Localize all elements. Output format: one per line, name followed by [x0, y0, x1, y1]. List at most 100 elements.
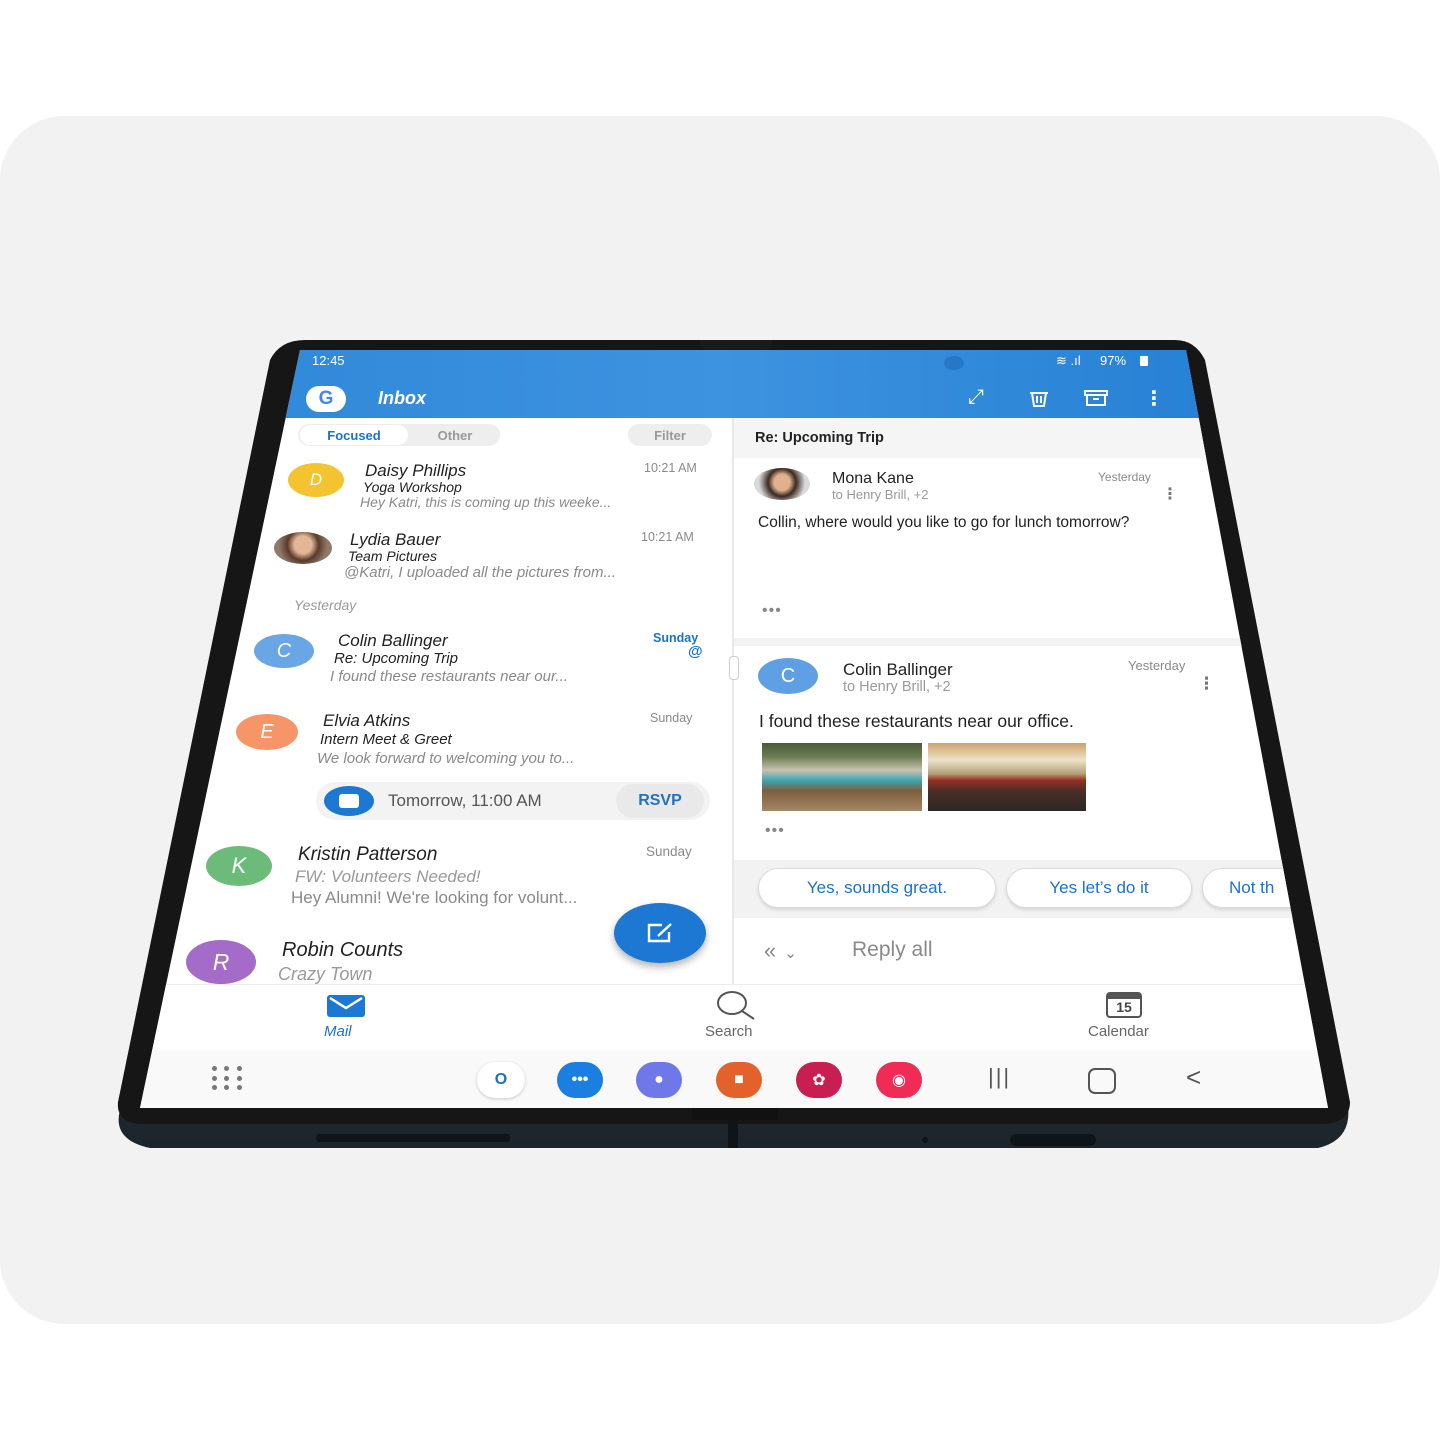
hinge-notch	[700, 340, 772, 350]
filter-button[interactable]: Filter	[628, 424, 712, 446]
tab-label: Search	[705, 1023, 753, 1040]
show-more-icon[interactable]: •••	[762, 602, 782, 620]
account-button[interactable]: G	[306, 386, 346, 412]
back-button[interactable]: <	[1186, 1062, 1201, 1093]
message-list-item[interactable]: K Kristin Patterson FW: Volunteers Neede…	[204, 840, 716, 912]
archive-button[interactable]	[1084, 390, 1108, 411]
compose-icon	[647, 923, 672, 943]
avatar: R	[186, 940, 256, 984]
message-body: Collin, where would you like to go for l…	[758, 514, 1130, 531]
avatar: D	[288, 463, 344, 497]
calendar-icon: 15	[1106, 992, 1142, 1018]
event-time: Tomorrow, 11:00 AM	[388, 791, 542, 810]
preview: @Katri, I uploaded all the pictures from…	[344, 564, 617, 581]
restaurant-photo-2[interactable]	[928, 743, 1086, 811]
preview: Hey Katri, this is coming up this weeke.…	[360, 494, 612, 510]
tab-focused[interactable]: Focused	[300, 425, 408, 445]
camera-app-icon[interactable]: ◉	[876, 1062, 922, 1098]
subject: Re: Upcoming Trip	[334, 650, 458, 667]
timestamp: 10:21 AM	[641, 530, 694, 544]
preview: I found these restaurants near our...	[330, 668, 568, 685]
mail-icon	[327, 995, 365, 1017]
event-card[interactable]: Tomorrow, 11:00 AM RSVP	[316, 782, 710, 820]
outlook-app-icon[interactable]: O	[477, 1062, 525, 1098]
sender-name: Kristin Patterson	[298, 844, 438, 865]
tab-calendar[interactable]: 15 Calendar	[1086, 990, 1176, 1040]
timestamp: Yesterday	[1098, 470, 1151, 484]
tab-other[interactable]: Other	[412, 425, 498, 445]
compose-button[interactable]	[614, 903, 706, 963]
sender-name: Colin Ballinger	[843, 660, 953, 679]
subject: Team Pictures	[348, 548, 437, 564]
sender-name: Robin Counts	[282, 939, 404, 961]
subject: FW: Volunteers Needed!	[295, 867, 481, 886]
restaurant-photo-1[interactable]	[762, 743, 922, 811]
rsvp-button[interactable]: RSVP	[616, 784, 704, 818]
more-button[interactable]: ⋮	[1144, 386, 1164, 411]
usb-port	[1010, 1134, 1096, 1146]
expand-icon: ⤢	[968, 386, 984, 408]
app-drawer-icon[interactable]	[212, 1066, 246, 1092]
avatar: K	[206, 846, 272, 886]
show-more-icon[interactable]: •••	[765, 822, 785, 840]
subject: Crazy Town	[278, 964, 373, 984]
timestamp: 10:21 AM	[644, 461, 697, 475]
sender-name: Lydia Bauer	[350, 530, 441, 549]
sender-name: Elvia Atkins	[323, 711, 411, 730]
delete-button[interactable]	[1028, 390, 1050, 413]
quick-reply-chip[interactable]: Yes, sounds great.	[758, 868, 996, 908]
timestamp: Sunday	[650, 711, 693, 725]
reader-message[interactable]: Mona Kane to Henry Brill, +2 Yesterday ⋮…	[734, 458, 1294, 638]
google-logo-icon: G	[318, 388, 334, 409]
recents-button[interactable]: |||	[988, 1064, 1011, 1090]
tab-mail[interactable]: Mail	[320, 990, 370, 1040]
avatar-photo	[274, 532, 332, 564]
mention-icon: @	[688, 643, 703, 660]
message-list-item[interactable]: C Colin Ballinger Re: Upcoming Trip I fo…	[252, 628, 716, 690]
timestamp: Sunday	[646, 844, 692, 859]
archive-icon	[1084, 390, 1108, 406]
sender-name: Daisy Phillips	[365, 461, 467, 480]
speaker-grille	[316, 1134, 510, 1142]
subject: Intern Meet & Greet	[320, 731, 452, 748]
more-vertical-icon: ⋮	[1162, 486, 1178, 503]
internet-app-icon[interactable]: ●	[636, 1062, 682, 1098]
trash-icon	[1030, 392, 1048, 407]
section-header-yesterday: Yesterday	[294, 597, 357, 613]
conversation-subject: Re: Upcoming Trip	[755, 430, 884, 446]
gallery-app-icon[interactable]: ✿	[796, 1062, 842, 1098]
expand-button[interactable]: ⤢	[968, 386, 984, 409]
avatar: C	[254, 634, 314, 668]
reply-all-field[interactable]: Reply all	[852, 938, 933, 962]
message-more-button[interactable]: ⋮	[1162, 484, 1178, 504]
camera-cutout	[944, 356, 964, 370]
tab-label: Calendar	[1088, 1023, 1149, 1040]
quick-reply-chip[interactable]: Yes let’s do it	[1006, 868, 1192, 908]
recipients: to Henry Brill, +2	[843, 679, 951, 695]
message-list-item[interactable]: E Elvia Atkins Intern Meet & Greet We lo…	[234, 708, 716, 826]
message-body: I found these restaurants near our offic…	[759, 711, 1074, 731]
battery-level: 97%	[1100, 353, 1127, 368]
home-button[interactable]	[1088, 1068, 1116, 1094]
subject: Yoga Workshop	[363, 479, 462, 495]
avatar-photo	[754, 468, 810, 500]
tab-search[interactable]: Search	[700, 990, 780, 1040]
calendar-event-icon	[324, 786, 374, 816]
tab-label: Mail	[324, 1023, 352, 1040]
reply-all-options[interactable]: «⌄	[764, 938, 797, 964]
recipients: to Henry Brill, +2	[832, 487, 929, 502]
preview: We look forward to welcoming you to...	[317, 750, 575, 767]
reader-message[interactable]: C Colin Ballinger to Henry Brill, +2 Yes…	[734, 646, 1294, 860]
message-separator	[734, 638, 1294, 646]
notes-app-icon[interactable]: ■	[716, 1062, 762, 1098]
recents-icon: |||	[988, 1064, 1012, 1089]
message-list-item[interactable]: D Daisy Phillips Yoga Workshop Hey Katri…	[286, 458, 716, 518]
hinge-bottom	[692, 1108, 778, 1120]
message-more-button[interactable]: ⋮	[1198, 674, 1215, 694]
avatar: C	[758, 658, 818, 694]
message-list-item[interactable]: Lydia Bauer Team Pictures @Katri, I uplo…	[272, 526, 716, 588]
reply-all-icon: «	[764, 938, 777, 963]
preview: Hey Alumni! We're looking for volunt...	[291, 888, 578, 907]
messages-app-icon[interactable]: •••	[557, 1062, 603, 1098]
battery-icon	[1140, 356, 1148, 366]
